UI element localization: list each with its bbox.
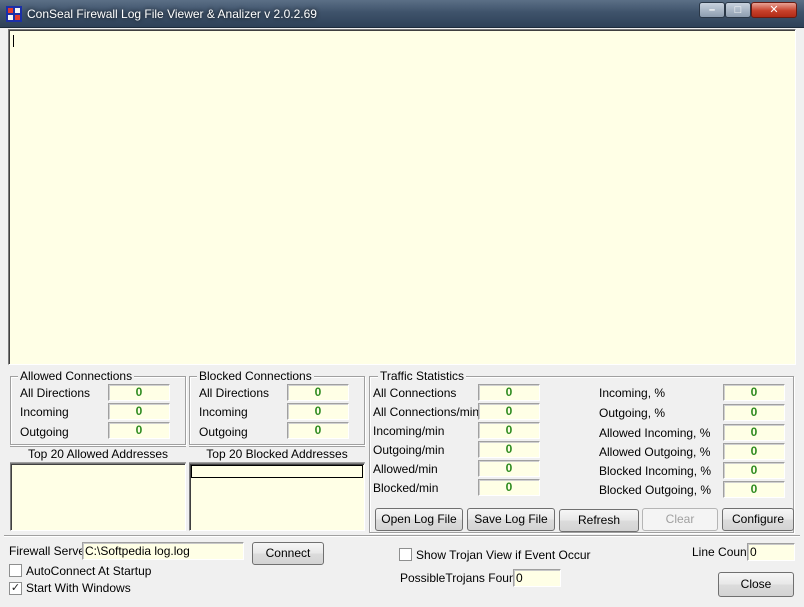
all-connections-per-min-value: 0 xyxy=(478,403,540,420)
blocked-incoming-percent-label: Blocked Incoming, % xyxy=(599,464,712,478)
save-log-file-button[interactable]: Save Log File xyxy=(467,508,555,531)
blocked-outgoing-percent-label: Blocked Outgoing, % xyxy=(599,483,712,497)
clear-button[interactable]: Clear xyxy=(642,508,718,531)
firewall-server-label: Firewall Server xyxy=(9,544,90,558)
blocked-outgoing-percent-value: 0 xyxy=(723,481,785,498)
blocked-all-directions-label: All Directions xyxy=(199,386,270,400)
allowed-incoming-value: 0 xyxy=(108,403,170,420)
selected-list-row[interactable] xyxy=(191,465,363,478)
bottom-divider xyxy=(4,535,800,536)
all-connections-value: 0 xyxy=(478,384,540,401)
allowed-incoming-percent-value: 0 xyxy=(723,424,785,441)
title-bar[interactable]: ConSeal Firewall Log File Viewer & Anali… xyxy=(0,0,804,28)
blocked-connections-group: Blocked Connections All Directions 0 Inc… xyxy=(189,369,365,445)
allowed-outgoing-label: Outgoing xyxy=(20,425,69,439)
show-trojan-view-checkbox[interactable] xyxy=(399,548,412,561)
log-text-area[interactable] xyxy=(8,29,796,365)
allowed-outgoing-value: 0 xyxy=(108,422,170,439)
all-connections-per-min-label: All Connections/min xyxy=(373,405,480,419)
allowed-connections-group: Allowed Connections All Directions 0 Inc… xyxy=(10,369,186,445)
blocked-outgoing-value: 0 xyxy=(287,422,349,439)
traffic-statistics-title: Traffic Statistics xyxy=(378,369,467,383)
maximize-button[interactable]: □ xyxy=(725,2,751,18)
start-with-windows-label: Start With Windows xyxy=(26,581,131,595)
maximize-icon: □ xyxy=(734,4,742,16)
firewall-server-input[interactable]: C:\Softpedia log.log xyxy=(82,542,244,560)
allowed-connections-title: Allowed Connections xyxy=(18,369,135,383)
outgoing-percent-label: Outgoing, % xyxy=(599,406,666,420)
window-title: ConSeal Firewall Log File Viewer & Anali… xyxy=(27,7,317,21)
incoming-percent-label: Incoming, % xyxy=(599,386,666,400)
autoconnect-checkbox[interactable] xyxy=(9,564,22,577)
blocked-all-directions-value: 0 xyxy=(287,384,349,401)
allowed-per-min-value: 0 xyxy=(478,460,540,477)
blocked-incoming-label: Incoming xyxy=(199,405,248,419)
close-button[interactable]: Close xyxy=(718,572,794,597)
blocked-outgoing-label: Outgoing xyxy=(199,425,248,439)
configure-button[interactable]: Configure xyxy=(722,508,794,531)
autoconnect-label: AutoConnect At Startup xyxy=(26,564,152,578)
allowed-per-min-label: Allowed/min xyxy=(373,462,438,476)
traffic-statistics-group: Traffic Statistics All Connections 0 All… xyxy=(369,369,794,533)
allowed-all-directions-label: All Directions xyxy=(20,386,91,400)
outgoing-per-min-value: 0 xyxy=(478,441,540,458)
blocked-connections-title: Blocked Connections xyxy=(197,369,314,383)
app-icon xyxy=(6,6,22,22)
refresh-button[interactable]: Refresh xyxy=(559,509,639,532)
all-connections-label: All Connections xyxy=(373,386,457,400)
minimize-icon: – xyxy=(708,4,716,16)
line-count-field: 0 xyxy=(747,543,795,561)
blocked-per-min-label: Blocked/min xyxy=(373,481,439,495)
allowed-all-directions-value: 0 xyxy=(108,384,170,401)
close-icon: ✕ xyxy=(769,4,779,16)
incoming-percent-value: 0 xyxy=(723,384,785,401)
line-count-label: Line Count xyxy=(692,545,751,559)
blocked-incoming-value: 0 xyxy=(287,403,349,420)
outgoing-per-min-label: Outgoing/min xyxy=(373,443,445,457)
minimize-button[interactable]: – xyxy=(699,2,725,18)
top20-allowed-list[interactable] xyxy=(10,463,186,531)
possible-trojans-field: 0 xyxy=(513,569,561,587)
check-mark-icon: ✓ xyxy=(10,582,21,594)
allowed-outgoing-percent-label: Allowed Outgoing, % xyxy=(599,445,711,459)
top20-blocked-list[interactable] xyxy=(189,463,365,531)
incoming-per-min-label: Incoming/min xyxy=(373,424,445,438)
blocked-incoming-percent-value: 0 xyxy=(723,462,785,479)
connect-button[interactable]: Connect xyxy=(252,542,324,565)
incoming-per-min-value: 0 xyxy=(478,422,540,439)
allowed-incoming-label: Incoming xyxy=(20,405,69,419)
text-caret xyxy=(13,35,14,47)
blocked-per-min-value: 0 xyxy=(478,479,540,496)
start-with-windows-checkbox[interactable]: ✓ xyxy=(9,582,22,595)
allowed-incoming-percent-label: Allowed Incoming, % xyxy=(599,426,711,440)
top20-allowed-header: Top 20 Allowed Addresses xyxy=(10,446,186,463)
close-window-button[interactable]: ✕ xyxy=(751,2,797,18)
outgoing-percent-value: 0 xyxy=(723,404,785,421)
possible-trojans-label: PossibleTrojans Found xyxy=(400,571,523,585)
open-log-file-button[interactable]: Open Log File xyxy=(375,508,463,531)
allowed-outgoing-percent-value: 0 xyxy=(723,443,785,460)
top20-blocked-header: Top 20 Blocked Addresses xyxy=(189,446,365,463)
show-trojan-view-label: Show Trojan View if Event Occur xyxy=(416,548,591,562)
